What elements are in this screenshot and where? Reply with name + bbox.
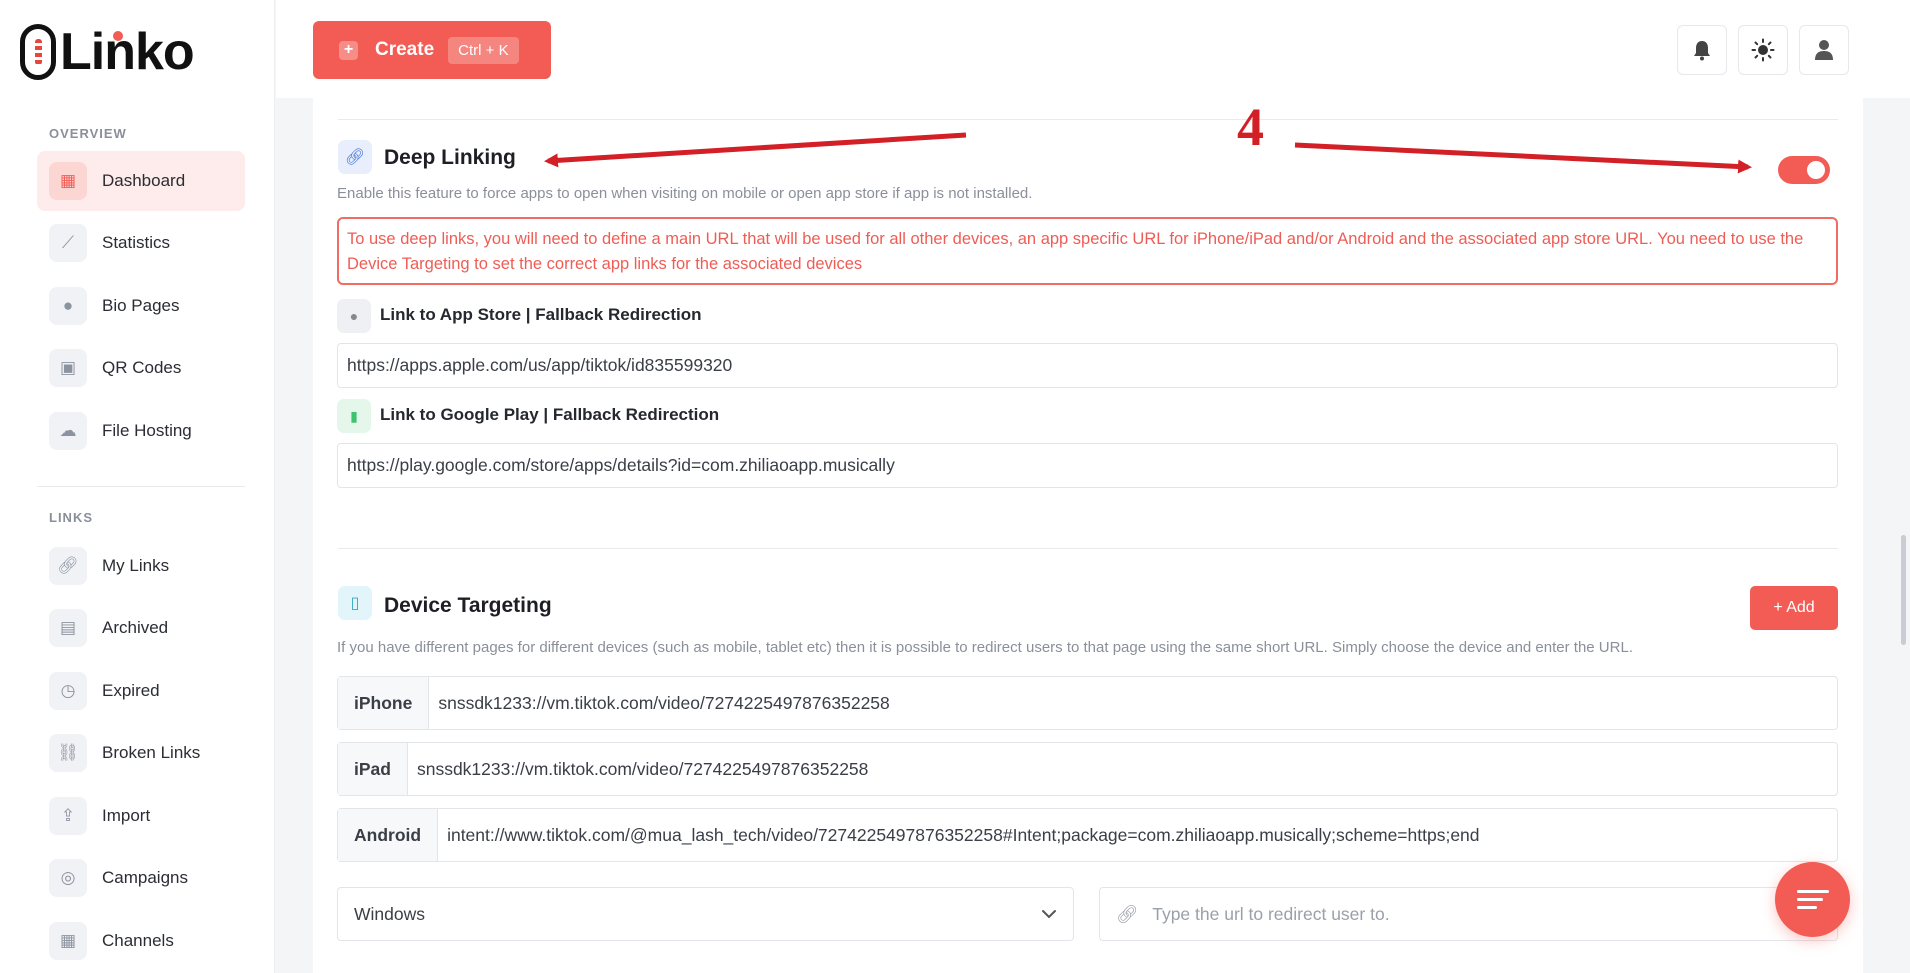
sidebar-item-label: File Hosting: [102, 421, 192, 440]
user-icon: [1815, 40, 1833, 60]
channels-icon: ▦: [49, 922, 87, 960]
bio-pages-icon: ●: [49, 287, 87, 325]
sun-icon: [1751, 38, 1775, 62]
device-row-ipad[interactable]: iPad snssdk1233://vm.tiktok.com/video/72…: [337, 742, 1838, 796]
device-select[interactable]: Windows: [337, 887, 1074, 941]
create-shortcut: Ctrl + K: [448, 36, 519, 64]
menu-line: [1796, 906, 1817, 909]
qr-code-icon: ▣: [49, 349, 87, 387]
sidebar-divider: [37, 486, 245, 487]
create-label: Create: [375, 39, 435, 60]
sidebar-item-dashboard[interactable]: ▦ Dashboard: [37, 151, 245, 211]
app-store-url-input[interactable]: https://apps.apple.com/us/app/tiktok/id8…: [337, 343, 1838, 388]
broken-link-icon: ⛓: [49, 734, 87, 772]
deep-linking-title: Deep Linking: [384, 146, 516, 169]
device-url-input[interactable]: snssdk1233://vm.tiktok.com/video/7274225…: [408, 743, 868, 795]
import-icon: ⇪: [49, 797, 87, 835]
google-play-label: Link to Google Play | Fallback Redirecti…: [380, 405, 720, 424]
device-url-input[interactable]: snssdk1233://vm.tiktok.com/video/7274225…: [429, 677, 889, 729]
deep-linking-alert: To use deep links, you will need to defi…: [337, 217, 1838, 285]
add-device-button[interactable]: + Add: [1750, 586, 1838, 630]
sidebar-item-import[interactable]: ⇪ Import: [37, 786, 245, 846]
scrollbar[interactable]: [1901, 535, 1906, 645]
device-url-field[interactable]: 🔗︎: [1099, 887, 1838, 941]
sidebar-item-label: Dashboard: [102, 171, 186, 190]
chevron-down-icon: [1042, 910, 1056, 919]
apple-icon: ●: [337, 299, 371, 333]
app-store-label: Link to App Store | Fallback Redirection: [380, 305, 702, 324]
sidebar-item-my-links[interactable]: 🔗︎ My Links: [37, 536, 245, 596]
link-icon: 🔗︎: [1116, 903, 1139, 924]
annotation-number: 4: [1237, 97, 1264, 157]
clock-icon: ◷: [49, 672, 87, 710]
device-url-input[interactable]: intent://www.tiktok.com/@mua_lash_tech/v…: [438, 809, 1479, 861]
link-icon: 🔗︎: [49, 547, 87, 585]
sidebar-item-label: QR Codes: [102, 358, 182, 377]
device-name: iPad: [338, 743, 408, 795]
campaign-icon: ◎: [49, 859, 87, 897]
device-targeting-description: If you have different pages for differen…: [337, 639, 1633, 656]
settings-card: 🔗︎ Deep Linking Enable this feature to f…: [313, 98, 1863, 973]
plus-icon: +: [339, 40, 358, 60]
sidebar: Linko OVERVIEW ▦ Dashboard ⟋ Statistics …: [0, 0, 275, 973]
bell-icon: [1694, 41, 1710, 61]
sidebar-item-label: Import: [102, 806, 151, 825]
deep-linking-description: Enable this feature to force apps to ope…: [337, 185, 1033, 202]
device-row-android[interactable]: Android intent://www.tiktok.com/@mua_las…: [337, 808, 1838, 862]
google-play-url-input[interactable]: https://play.google.com/store/apps/detai…: [337, 443, 1838, 488]
sidebar-item-label: Statistics: [102, 233, 171, 252]
sidebar-item-label: Bio Pages: [102, 296, 180, 315]
sidebar-item-label: Channels: [102, 931, 174, 950]
device-name: iPhone: [338, 677, 430, 729]
menu-fab-button[interactable]: [1775, 862, 1850, 937]
device-targeting-title: Device Targeting: [384, 594, 552, 617]
sidebar-item-bio-pages[interactable]: ● Bio Pages: [37, 276, 245, 336]
device-select-value: Windows: [354, 903, 425, 924]
sidebar-item-channels[interactable]: ▦ Channels: [37, 911, 245, 971]
device-row-iphone[interactable]: iPhone snssdk1233://vm.tiktok.com/video/…: [337, 676, 1838, 730]
notifications-button[interactable]: [1677, 25, 1727, 75]
nav-section-links: LINKS: [49, 510, 93, 525]
cloud-icon: ☁: [49, 412, 87, 450]
logo-dot: [113, 31, 123, 41]
sidebar-item-label: Expired: [102, 681, 160, 700]
sidebar-item-statistics[interactable]: ⟋ Statistics: [37, 213, 245, 273]
brand-logo[interactable]: Linko: [20, 22, 195, 82]
theme-toggle-button[interactable]: [1738, 25, 1788, 75]
deep-link-icon: 🔗︎: [338, 140, 372, 174]
logo-mark-icon: [20, 24, 56, 80]
sidebar-item-expired[interactable]: ◷ Expired: [37, 661, 245, 721]
google-play-icon: ▮: [337, 399, 371, 433]
menu-line: [1796, 890, 1829, 893]
nav-section-overview: OVERVIEW: [49, 126, 127, 141]
create-button[interactable]: + Create Ctrl + K: [313, 21, 551, 79]
brand-name: Linko: [60, 23, 195, 81]
sidebar-item-broken-links[interactable]: ⛓ Broken Links: [37, 723, 245, 783]
chart-icon: ⟋: [49, 224, 87, 262]
sidebar-item-file-hosting[interactable]: ☁ File Hosting: [37, 401, 245, 461]
redirect-url-input[interactable]: [1152, 903, 1753, 925]
section-divider: [338, 119, 1838, 120]
deep-linking-toggle[interactable]: [1778, 156, 1830, 184]
sidebar-item-campaigns[interactable]: ◎ Campaigns: [37, 848, 245, 908]
sidebar-item-label: My Links: [102, 556, 170, 575]
device-icon: ▯: [338, 586, 372, 620]
sidebar-item-qr-codes[interactable]: ▣ QR Codes: [37, 338, 245, 398]
menu-line: [1796, 898, 1823, 901]
sidebar-item-label: Campaigns: [102, 868, 188, 887]
sidebar-item-label: Archived: [102, 618, 169, 637]
top-bar: + Create Ctrl + K: [276, 0, 1910, 98]
user-menu-button[interactable]: [1799, 25, 1849, 75]
dashboard-icon: ▦: [49, 162, 87, 200]
device-name: Android: [338, 809, 439, 861]
sidebar-item-label: Broken Links: [102, 743, 201, 762]
section-divider: [338, 548, 1838, 549]
sidebar-item-archived[interactable]: ▤ Archived: [37, 598, 245, 658]
archive-icon: ▤: [49, 609, 87, 647]
